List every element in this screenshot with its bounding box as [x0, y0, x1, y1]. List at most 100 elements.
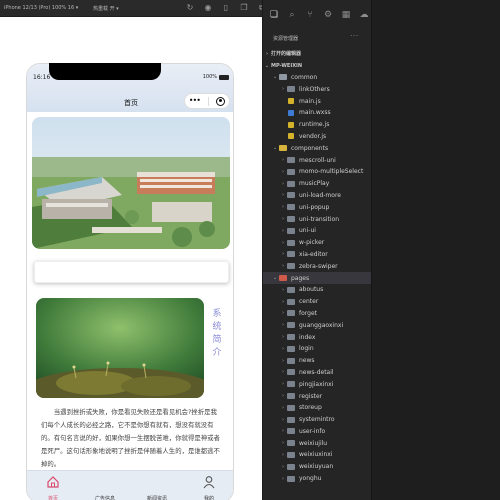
collapse-arrow-icon: › — [282, 286, 284, 293]
tree-item-storeup[interactable]: › storeup — [263, 402, 372, 414]
search-icon[interactable]: ⌕ — [287, 10, 297, 20]
tab-home[interactable]: 首页 — [27, 471, 79, 500]
tree-item-components[interactable]: ⌄ components — [263, 142, 372, 154]
collapse-arrow-icon: › — [282, 157, 284, 164]
tree-item-vendor-js[interactable]: vendor.js — [263, 131, 372, 143]
tree-item-label: index — [299, 333, 316, 341]
tree-item-register[interactable]: › register — [263, 390, 372, 402]
folder-icon — [287, 322, 295, 329]
section-label: MP-WEIXIN — [271, 62, 303, 69]
tree-item-weixiujilu[interactable]: › weixiujilu — [263, 437, 372, 449]
folder-icon — [287, 334, 295, 341]
tree-item-musicplay[interactable]: › musicPlay — [263, 178, 372, 190]
expand-arrow-icon: ⌄ — [272, 145, 278, 152]
tree-item-main-wxss[interactable]: main.wxss — [263, 107, 372, 119]
phone-notch — [49, 63, 161, 80]
tree-item-label: momo-multipleSelect — [299, 168, 364, 176]
collapse-arrow-icon: › — [282, 369, 284, 376]
tree-item-label: vendor.js — [299, 132, 327, 140]
tree-item-label: runtime.js — [299, 121, 330, 129]
ad-icon — [98, 474, 112, 493]
project-section[interactable]: ⌄ MP-WEIXIN — [263, 60, 372, 72]
refresh-icon[interactable]: ↻ — [185, 3, 195, 13]
debug-icon[interactable]: ⚙ — [323, 10, 333, 20]
tree-item-center[interactable]: › center — [263, 296, 372, 308]
tree-item-zebra-swiper[interactable]: › zebra-swiper — [263, 260, 372, 272]
more-actions-icon[interactable]: ··· — [350, 33, 359, 40]
tree-item-mescroll-uni[interactable]: › mescroll-uni — [263, 154, 372, 166]
phone-icon[interactable]: ▯ — [221, 3, 231, 13]
status-time: 16:16 — [33, 74, 51, 81]
tree-item-label: guanggaoxinxi — [299, 321, 344, 329]
file-icon — [288, 121, 294, 128]
collapse-arrow-icon: › — [282, 404, 284, 411]
tree-item-label: login — [299, 345, 314, 353]
capsule-divider — [207, 96, 209, 106]
tab-mine[interactable]: 我的 — [183, 471, 233, 500]
home-icon — [46, 474, 60, 493]
extensions-icon[interactable]: ▦ — [341, 10, 351, 20]
folder-icon — [279, 275, 287, 282]
tree-item-guanggaoxinxi[interactable]: › guanggaoxinxi — [263, 319, 372, 331]
tree-item-label: linkOthers — [299, 85, 330, 93]
tree-item-user-info[interactable]: › user-info — [263, 426, 372, 438]
home-content[interactable]: 系统简介 当遇到挫折或失败，你是看见失败还是看见机会?挫折是我们每个人成长的必经… — [27, 112, 233, 472]
tree-item-linkothers[interactable]: › linkOthers — [263, 83, 372, 95]
collapse-arrow-icon: › — [282, 180, 284, 187]
collapse-arrow-icon: › — [282, 416, 284, 423]
tree-item-common[interactable]: ⌄ common — [263, 72, 372, 84]
tree-item-weixiuyuan[interactable]: › weixiuyuan — [263, 461, 372, 473]
tree-item-main-js[interactable]: main.js — [263, 95, 372, 107]
tree-item-news-detail[interactable]: › news-detail — [263, 367, 372, 379]
editor-area — [371, 0, 500, 500]
cloud-icon[interactable]: ☁ — [359, 10, 369, 20]
more-dots-icon[interactable]: ••• — [189, 97, 201, 105]
tree-item-label: xia-editor — [299, 250, 328, 258]
tree-item-login[interactable]: › login — [263, 343, 372, 355]
tree-item-pingjiaxinxi[interactable]: › pingjiaxinxi — [263, 378, 372, 390]
hot-reload-toggle[interactable]: 热重载 开 ▾ — [93, 5, 119, 12]
banner-image[interactable] — [32, 117, 230, 249]
close-circle-icon[interactable] — [216, 96, 226, 106]
tree-item-yonghu[interactable]: › yonghu — [263, 473, 372, 485]
tab-news[interactable]: 新闻资讯 — [131, 471, 183, 500]
open-editors-section[interactable]: › 打开的编辑器 — [263, 48, 372, 60]
folder-icon — [287, 475, 295, 482]
files-icon[interactable]: ❏ — [269, 10, 279, 20]
tree-item-news[interactable]: › news — [263, 355, 372, 367]
folder-icon — [287, 428, 295, 435]
tree-item-uni-transition[interactable]: › uni-transition — [263, 213, 372, 225]
tree-item-uni-ui[interactable]: › uni-ui — [263, 225, 372, 237]
folder-icon — [287, 369, 295, 376]
miniprogram-capsule[interactable]: ••• — [184, 93, 230, 109]
tree-item-aboutus[interactable]: › aboutus — [263, 284, 372, 296]
tree-item-label: aboutus — [299, 286, 324, 294]
tree-item-xia-editor[interactable]: › xia-editor — [263, 249, 372, 261]
tree-item-label: uni-transition — [299, 215, 340, 223]
tree-item-uni-popup[interactable]: › uni-popup — [263, 201, 372, 213]
explorer-panel: ❏ ⌕ ⑂ ⚙ ▦ ☁ 资源管理器 ··· › 打开的编辑器 ⌄ MP-WEIX… — [262, 0, 372, 500]
tab-ads[interactable]: 广告信息 — [79, 471, 131, 500]
record-icon[interactable]: ◉ — [203, 3, 213, 13]
tree-item-label: main.wxss — [299, 109, 331, 117]
tree-item-index[interactable]: › index — [263, 331, 372, 343]
source-control-icon[interactable]: ⑂ — [305, 10, 315, 20]
tree-item-uni-load-more[interactable]: › uni-load-more — [263, 190, 372, 202]
tree-item-label: components — [291, 144, 329, 152]
tree-item-forget[interactable]: › forget — [263, 308, 372, 320]
intro-image — [36, 298, 204, 398]
tree-item-momo-multipleselect[interactable]: › momo-multipleSelect — [263, 166, 372, 178]
tree-item-runtime-js[interactable]: runtime.js — [263, 119, 372, 131]
tree-item-systemintro[interactable]: › systemintro — [263, 414, 372, 426]
device-selector[interactable]: iPhone 12/13 (Pro) 100% 16 ▾ — [4, 5, 78, 11]
tab-label: 我的 — [203, 496, 214, 500]
collapse-arrow-icon: › — [265, 50, 269, 57]
notice-bar[interactable] — [34, 261, 229, 283]
copy-icon[interactable]: ❐ — [239, 3, 249, 13]
tree-item-pages[interactable]: ⌄ pages — [263, 272, 372, 284]
collapse-arrow-icon: › — [282, 227, 284, 234]
tree-item-weixiuxinxi[interactable]: › weixiuxinxi — [263, 449, 372, 461]
tree-item-w-picker[interactable]: › w-picker — [263, 237, 372, 249]
folder-icon — [287, 216, 295, 223]
folder-icon — [287, 263, 295, 270]
